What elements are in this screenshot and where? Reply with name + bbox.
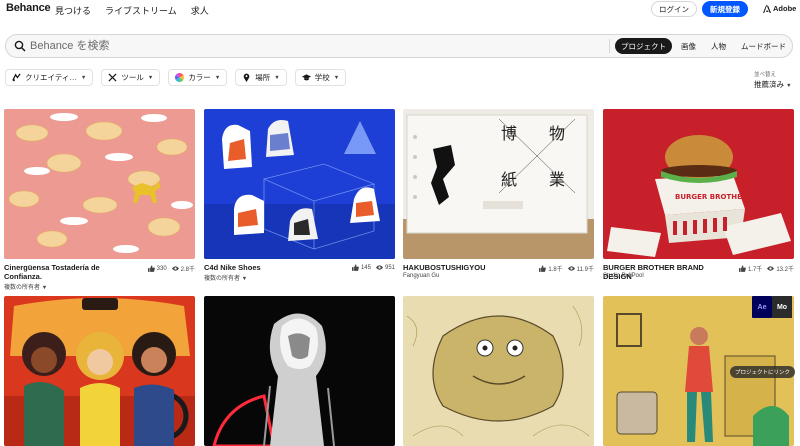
search-input[interactable] — [30, 38, 590, 54]
filter-color[interactable]: カラー ▼ — [168, 69, 228, 86]
thumbs-up-icon — [351, 264, 359, 271]
eye-icon — [767, 266, 775, 271]
hakubo-char-4: 業 — [549, 170, 565, 189]
views-stat: 11.9千 — [567, 264, 594, 273]
filter-label: クリエイティ… — [25, 73, 77, 82]
filter-label: 学校 — [314, 73, 330, 82]
top-nav: Behance 見つける ライブストリーム 求人 ログイン 新規登録 Adobe — [0, 0, 800, 20]
eye-icon — [375, 265, 383, 270]
sort-label: 並べ替え — [754, 72, 777, 78]
project-thumbnail[interactable] — [204, 296, 395, 446]
chevron-down-icon: ▼ — [41, 285, 48, 291]
project-stats: 145 951 — [351, 264, 395, 271]
nike-shoes-artwork — [204, 109, 395, 259]
search-divider — [609, 39, 610, 53]
project-thumbnail[interactable] — [4, 296, 195, 446]
behance-logo[interactable]: Behance — [6, 2, 51, 14]
color-wheel-icon — [175, 73, 185, 82]
project-link-button[interactable]: プロジェクトにリンク — [730, 366, 796, 378]
scope-tab-people[interactable]: 人物 — [705, 38, 732, 54]
likes-stat: 1.8千 — [539, 264, 563, 273]
project-thumbnail[interactable] — [4, 109, 195, 259]
project-owner[interactable]: Fangyuan Gu — [403, 273, 439, 279]
chevron-down-icon: ▼ — [80, 74, 87, 81]
burger-brother-artwork: BURGER BROTHER — [603, 109, 794, 259]
likes-stat: 1.7千 — [738, 264, 762, 273]
chrome-figure-artwork — [204, 296, 395, 446]
project-stats: 1.8千 11.9千 — [539, 264, 594, 273]
nav-livestream[interactable]: ライブストリーム — [105, 4, 177, 17]
hakubo-char-3: 紙 — [501, 170, 517, 189]
chevron-down-icon: ▼ — [214, 74, 221, 81]
scope-tab-images[interactable]: 画像 — [675, 38, 702, 54]
project-thumbnail[interactable]: BURGER BROTHER — [603, 109, 794, 259]
filter-label: 場所 — [255, 73, 271, 82]
after-effects-badge: Ae — [752, 296, 772, 318]
project-stats: 330 2.8千 — [147, 264, 195, 273]
project-owner[interactable]: 複数の所有者 ▼ — [204, 273, 247, 282]
adobe-logo-icon — [763, 4, 771, 13]
nav-discover[interactable]: 見つける — [55, 4, 91, 17]
chevron-down-icon: ▼ — [274, 74, 280, 81]
likes-stat: 330 — [147, 265, 167, 272]
chevron-down-icon: ▼ — [786, 83, 792, 89]
views-stat: 2.8千 — [171, 264, 195, 273]
search-bar: プロジェクト 画像 人物 ムードボード — [5, 34, 793, 58]
eye-icon — [567, 266, 575, 271]
project-thumbnail[interactable] — [403, 296, 594, 446]
views-stat: 951 — [375, 264, 395, 271]
project-thumbnail[interactable] — [204, 109, 395, 259]
filter-school[interactable]: 学校 ▼ — [294, 69, 347, 86]
creative-fields-icon — [12, 73, 21, 82]
project-title[interactable]: C4d Nike Shoes — [204, 263, 334, 272]
filter-label: ツール — [121, 73, 144, 82]
filter-tools[interactable]: ツール ▼ — [101, 69, 161, 86]
filter-location[interactable]: 場所 ▼ — [235, 69, 287, 86]
burger-box-label: BURGER BROTHER — [675, 193, 748, 201]
scope-tab-projects[interactable]: プロジェクト — [615, 38, 672, 54]
nav-jobs[interactable]: 求人 — [191, 4, 209, 17]
signup-button[interactable]: 新規登録 — [702, 1, 748, 17]
project-stats: 1.7千 13.2千 — [738, 264, 794, 273]
project-owner[interactable]: Studio PullPool — [603, 273, 644, 279]
thumbs-up-icon — [539, 265, 547, 272]
search-icon — [14, 40, 26, 52]
car-passengers-artwork — [4, 296, 195, 446]
sort-value: 推薦済み ▼ — [754, 80, 792, 89]
main-nav: 見つける ライブストリーム 求人 — [55, 4, 209, 17]
project-owner[interactable]: 複数の所有者 ▼ — [4, 282, 47, 291]
hakubo-char-2: 物 — [549, 124, 565, 143]
search-scope-tabs: プロジェクト 画像 人物 ムードボード — [615, 38, 792, 54]
project-title[interactable]: HAKUBOSTUSHIGYOU — [403, 263, 533, 272]
chevron-down-icon: ▼ — [147, 74, 154, 81]
mograph-badge: Mo — [772, 296, 792, 318]
login-button[interactable]: ログイン — [651, 1, 697, 17]
hakubo-artwork: 博 物 紙 業 — [403, 109, 594, 259]
sort-dropdown[interactable]: 並べ替え 推薦済み ▼ — [754, 70, 792, 90]
chevron-down-icon: ▼ — [241, 276, 248, 282]
thumbs-up-icon — [738, 265, 746, 272]
adobe-label: Adobe — [773, 4, 797, 13]
tostadas-artwork — [4, 109, 195, 259]
location-pin-icon — [243, 73, 250, 82]
scope-tab-moodboards[interactable]: ムードボード — [735, 38, 792, 54]
filter-label: カラー — [188, 73, 211, 82]
eye-icon — [171, 266, 179, 271]
chevron-down-icon: ▼ — [333, 74, 340, 81]
views-stat: 13.2千 — [767, 264, 794, 273]
project-thumbnail[interactable]: 博 物 紙 業 — [403, 109, 594, 259]
likes-stat: 145 — [351, 264, 371, 271]
adobe-link[interactable]: Adobe — [763, 4, 796, 13]
creature-illustration-artwork — [403, 296, 594, 446]
project-title[interactable]: Cinergüensa Tostadería de Confianza. — [4, 263, 134, 281]
thumbs-up-icon — [147, 265, 155, 272]
school-cap-icon — [301, 74, 311, 81]
filter-creative-fields[interactable]: クリエイティ… ▼ — [5, 69, 94, 86]
filter-bar: クリエイティ… ▼ ツール ▼ カラー ▼ 場所 ▼ 学校 ▼ — [5, 69, 347, 86]
tools-icon — [108, 73, 117, 82]
hakubo-char-1: 博 — [501, 124, 517, 143]
